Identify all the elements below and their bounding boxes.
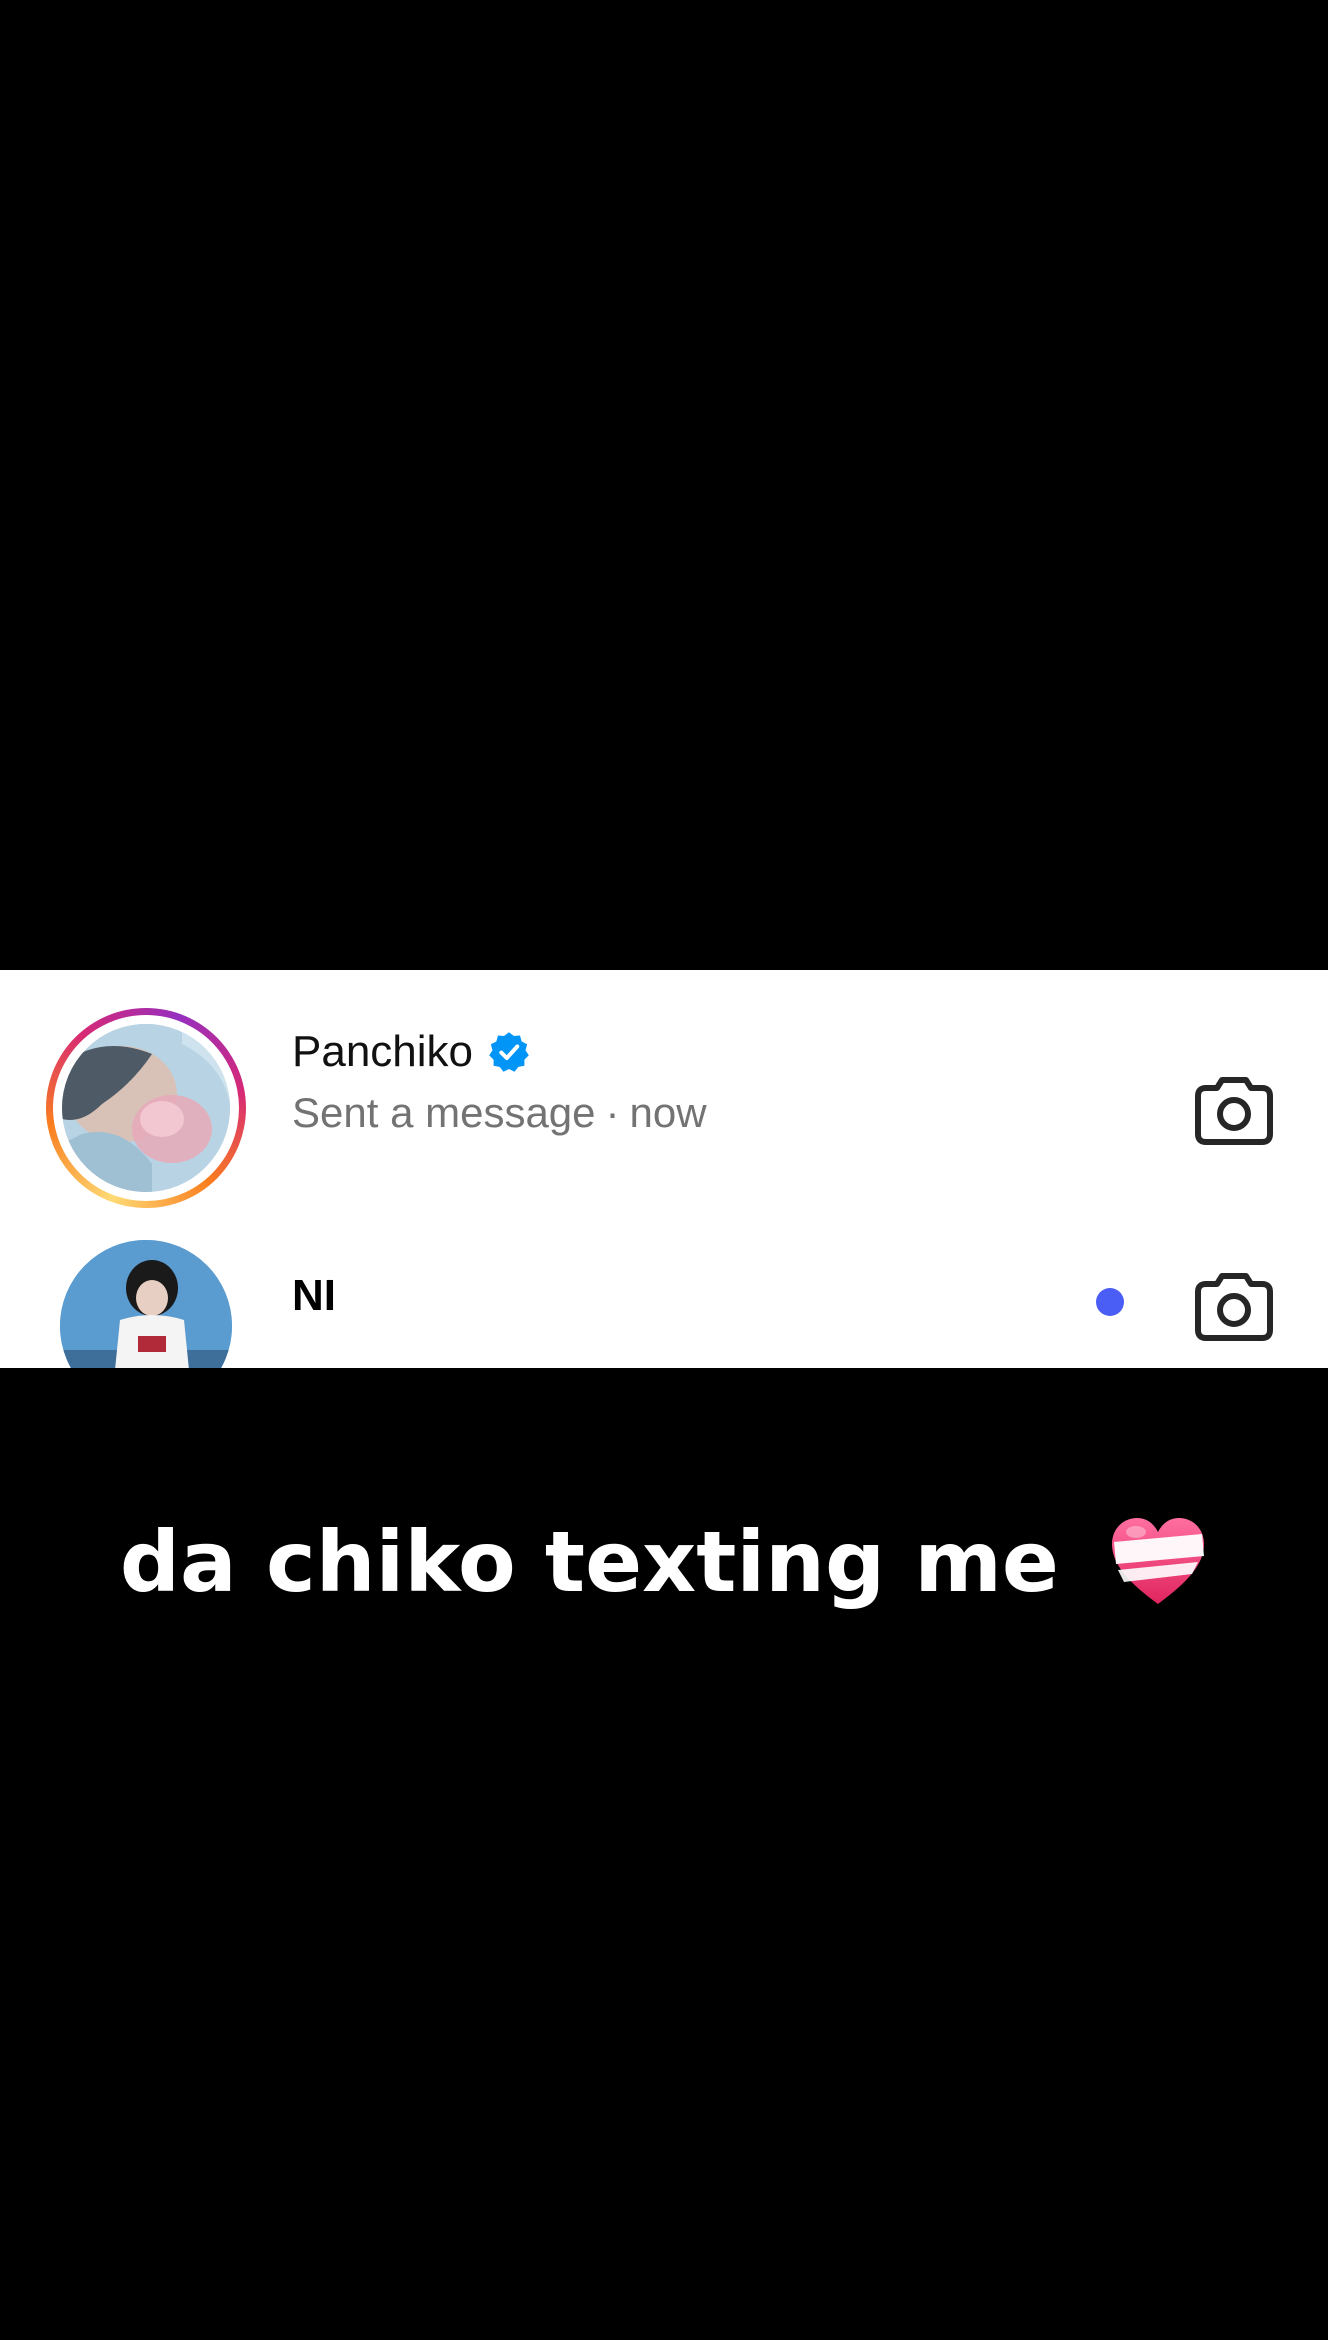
caption-text: da chiko texting me <box>119 1513 1059 1612</box>
avatar <box>60 1240 232 1368</box>
preview-separator: · <box>605 1089 620 1136</box>
thread-row-panchiko[interactable]: Panchiko Sent a message · now <box>0 970 1328 1208</box>
video-caption: da chiko texting me <box>0 1506 1328 1612</box>
message-preview: Sent a message · now <box>292 1088 707 1138</box>
thread-title: Panchiko <box>292 1026 531 1078</box>
video-frame: Panchiko Sent a message · now NI da chik… <box>0 0 1328 2340</box>
camera-icon <box>1195 1077 1273 1145</box>
message-time: now <box>629 1089 707 1136</box>
username: Panchiko <box>292 1027 474 1076</box>
thread-title: NI <box>292 1270 336 1322</box>
camera-button[interactable] <box>1194 1270 1274 1342</box>
username: NI <box>292 1271 336 1320</box>
camera-icon <box>1195 1273 1273 1341</box>
verified-badge-icon <box>487 1030 531 1074</box>
thread-row-ni[interactable]: NI <box>0 1216 1328 1368</box>
direct-messages-list: Panchiko Sent a message · now NI <box>0 970 1328 1368</box>
avatar <box>62 1024 230 1192</box>
story-ring[interactable] <box>46 1008 246 1208</box>
camera-button[interactable] <box>1194 1074 1274 1146</box>
unread-indicator <box>1096 1288 1124 1316</box>
preview-text: Sent a message <box>292 1089 596 1136</box>
mending-heart-icon <box>1108 1512 1208 1612</box>
